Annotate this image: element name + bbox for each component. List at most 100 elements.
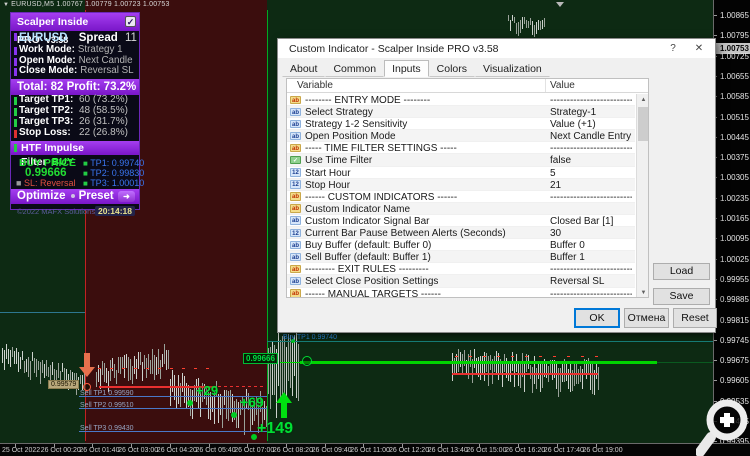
param-row[interactable]: ab -------- ENTRY MODE -------- ----------…: [287, 94, 635, 107]
tab-about[interactable]: About: [282, 60, 326, 77]
tp-label: TP3:: [90, 177, 110, 188]
param-row[interactable]: ab Custom Indicator Name: [287, 202, 635, 215]
tab-visualization[interactable]: Visualization: [475, 60, 550, 77]
column-divider[interactable]: [545, 79, 546, 92]
table-scrollbar[interactable]: ▲ ▼: [636, 94, 648, 297]
param-row[interactable]: ab Select Close Position Settings Reversal…: [287, 275, 635, 288]
param-row[interactable]: ab ----- TIME FILTER SETTINGS ----- ------…: [287, 142, 635, 155]
param-row[interactable]: ✓ Use Time Filter false: [287, 154, 635, 167]
candle-bar: [178, 375, 179, 404]
str-param-icon: ab: [290, 204, 301, 213]
param-row[interactable]: ab ------ MANUAL TARGETS ------ ----------…: [287, 287, 635, 298]
mode-value: Reversal SL: [80, 65, 134, 76]
candle-bar: [26, 359, 27, 372]
candle-bar: [28, 357, 29, 377]
candle-bar: [96, 372, 97, 387]
load-button[interactable]: Load: [653, 263, 710, 280]
mode-label: Close Mode:: [19, 65, 78, 76]
param-row[interactable]: 12 Stop Hour 21: [287, 178, 635, 191]
close-icon[interactable]: ✕: [691, 41, 707, 56]
panel-header[interactable]: Scalper Inside PRO v3.58 ✓: [11, 13, 139, 46]
signal-dash: [525, 356, 528, 357]
target-label: Target TP1:: [19, 94, 74, 105]
candle-bar: [530, 365, 531, 379]
sl-row: ■ SL: Reversal: [16, 178, 75, 188]
param-row[interactable]: ab Select Strategy Strategy-1: [287, 106, 635, 119]
reset-button[interactable]: Reset: [673, 308, 717, 328]
candle-bar: [22, 351, 23, 360]
chart-label: 0.99666: [243, 353, 278, 364]
scroll-up-icon[interactable]: ▲: [637, 94, 648, 106]
help-icon[interactable]: ?: [665, 41, 681, 56]
arrow-stem: [281, 403, 287, 418]
price-scale[interactable]: 1.00753 1.00865 1.00795 1.00725 1.00655 1.00…: [713, 0, 750, 446]
param-row[interactable]: ab Buy Buffer (default: Buffer 0) Buffer 0: [287, 239, 635, 252]
row-marker: [14, 57, 17, 66]
preset-button[interactable]: Preset: [79, 190, 114, 202]
param-row[interactable]: 12 Start Hour 5: [287, 166, 635, 179]
tab-colors[interactable]: Colors: [428, 60, 476, 77]
scrollbar-thumb[interactable]: [638, 107, 648, 141]
param-row[interactable]: ab Sell Buffer (default: Buffer 1) Buffer …: [287, 251, 635, 264]
variable-column-header[interactable]: Variable: [297, 80, 333, 91]
param-value: Strategy-1: [550, 107, 597, 119]
candle-bar: [34, 358, 35, 373]
tp-bullet-icon: ■: [83, 178, 88, 188]
tab-common[interactable]: Common: [325, 60, 385, 77]
param-row[interactable]: 12 Current Bar Pause Between Alerts (Seco…: [287, 227, 635, 240]
copyright-label: ©2022 MAFX Solutions: [17, 206, 96, 216]
set-param-icon: ab: [290, 276, 301, 286]
panel-footer: ©2022 MAFX Solutions 20:14:18: [11, 205, 139, 218]
param-variable: Stop Hour: [305, 179, 351, 191]
signal-dash: [455, 356, 458, 357]
candle-bar: [118, 357, 119, 373]
panel-enabled-checkbox[interactable]: ✓: [125, 16, 136, 27]
param-value: ----------------------------: [550, 95, 632, 106]
level-hline: [657, 362, 713, 363]
optimize-button[interactable]: Optimize: [17, 190, 66, 202]
mode-value: Strategy 1: [77, 44, 123, 55]
price-scale-label: 1.00655: [720, 71, 749, 81]
time-axis[interactable]: 25 Oct 2022 26 Oct 00:20 26 Oct 01:40 26 Oc…: [0, 443, 750, 456]
time-axis-label: 26 Oct 12:20: [389, 447, 430, 454]
param-row[interactable]: ab Open Position Mode Next Candle Entry: [287, 130, 635, 143]
total-profit-bar: Total: 82 Profit: 73.2%: [11, 78, 139, 95]
tp-label: TP1:: [90, 157, 110, 168]
ab-param-icon: ab: [290, 143, 301, 153]
time-axis-label: 26 Oct 07:00: [234, 447, 275, 454]
tp2-row: ■ TP2: 0.99830: [83, 168, 144, 178]
tab-inputs[interactable]: Inputs: [384, 60, 429, 77]
actions-bar: Optimize Preset ➜: [11, 188, 139, 204]
target-row: Target TP1: 60 (73.2%): [11, 94, 139, 106]
ok-button[interactable]: OK: [574, 308, 620, 328]
arrow-button[interactable]: ➜: [118, 190, 135, 202]
dialog-titlebar[interactable]: Custom Indicator - Scalper Inside PRO v3…: [278, 39, 715, 58]
signal-dash: [553, 356, 556, 357]
candle-bar: [16, 348, 17, 364]
param-row[interactable]: ab Strategy 1-2 Sensitivity Value (+1): [287, 118, 635, 131]
row-marker: [14, 47, 17, 55]
candle-bar: [40, 362, 41, 384]
param-row[interactable]: ab ------ CUSTOM INDICATORS ------ -------…: [287, 190, 635, 203]
tp-bullet-icon: ■: [83, 158, 88, 168]
ab-param-icon: ab: [290, 264, 301, 274]
candle-bar: [520, 364, 521, 388]
candle-bar: [526, 20, 527, 28]
chevron-down-icon[interactable]: ▼: [3, 2, 9, 8]
value-column-header[interactable]: Value: [550, 80, 575, 91]
row-marker: [14, 97, 17, 105]
save-button[interactable]: Save: [653, 288, 710, 305]
profit-dot: [187, 400, 193, 406]
param-row[interactable]: ab Custom Indicator Signal Bar Closed Bar …: [287, 214, 635, 228]
table-header[interactable]: Variable Value: [287, 79, 648, 93]
candle-bar: [222, 396, 223, 428]
terminal-screen: 0.99579 Sell TP1 0.99590 Sell TP2 0.99510 S…: [0, 0, 750, 456]
custom-indicator-dialog: Custom Indicator - Scalper Inside PRO v3…: [277, 38, 717, 333]
param-row[interactable]: ab --------- EXIT RULES --------- --------…: [287, 263, 635, 276]
param-variable: ------ MANUAL TARGETS ------: [305, 288, 441, 298]
scroll-down-icon[interactable]: ▼: [637, 287, 648, 297]
target-row: Stop Loss: 22 (26.8%): [11, 127, 139, 139]
ab-param-icon: ab: [290, 95, 301, 104]
signal-block: BUY PRICE 0.99666 ■ SL: Reversal ■ TP1: …: [11, 157, 144, 188]
cancel-button[interactable]: Отмена: [624, 308, 669, 328]
